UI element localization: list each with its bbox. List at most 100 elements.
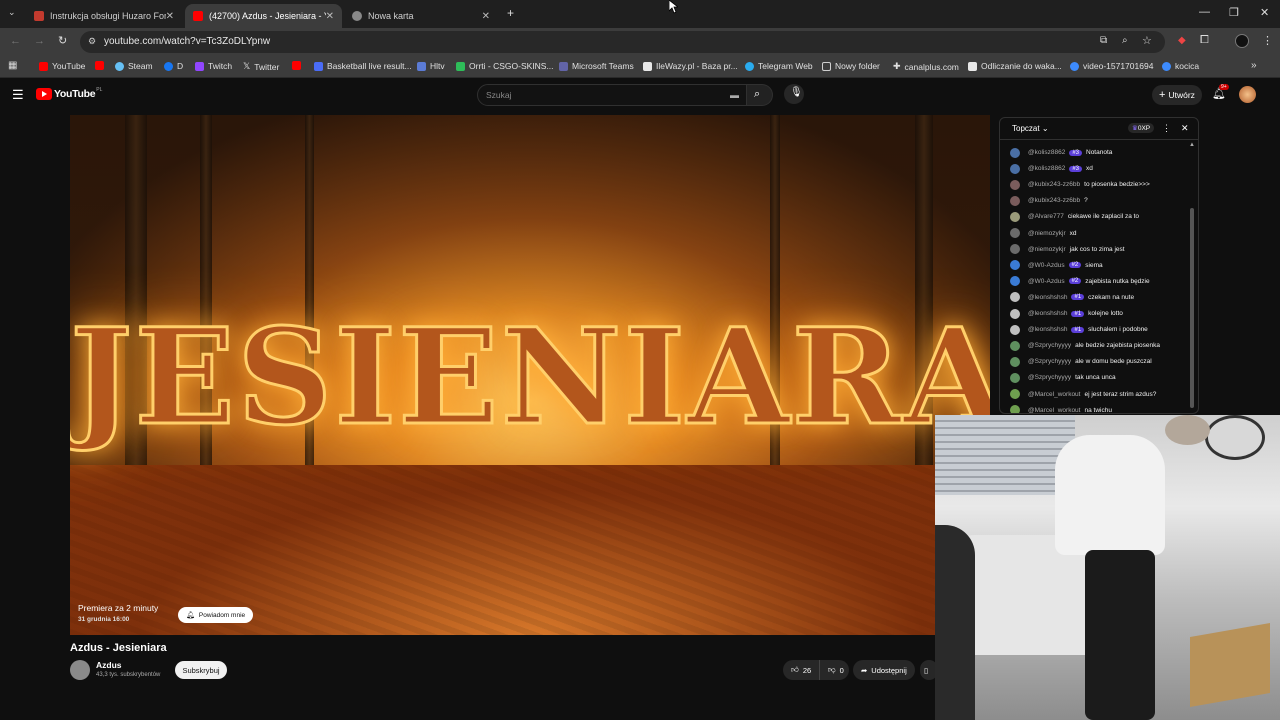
like-button[interactable]: 👍︎ 26 [783, 660, 819, 680]
chat-author[interactable]: @W0-Azdus [1028, 262, 1065, 269]
bookmark-orrti[interactable]: Orrti - CSGO-SKINS... [456, 61, 554, 71]
channel-name[interactable]: Azdus [96, 660, 122, 670]
back-icon[interactable]: ← [10, 35, 21, 47]
bookmark-facebook[interactable]: D [164, 61, 183, 71]
chat-message[interactable]: @kubix243-zz6bb to piosenka bedzie>>> [1010, 177, 1150, 192]
bookmark-basketball[interactable]: Basketball live result... [314, 61, 412, 71]
chat-author[interactable]: @leonshshsh [1028, 326, 1067, 333]
remind-me-button[interactable]: 🔔︎ Powiadom mnie [178, 607, 254, 623]
chat-message[interactable]: @kubix243-zz6bb? [1010, 193, 1088, 208]
chat-avatar[interactable] [1010, 163, 1020, 174]
chat-message[interactable]: @kolisz8862 #3 Notanota [1010, 145, 1112, 160]
chat-message[interactable]: @niemozykjr jak cos to zima jest [1010, 242, 1125, 257]
chat-message[interactable]: @W0-Azdus #2 siema [1010, 258, 1103, 273]
bookmark-kocica[interactable]: kocica [1162, 61, 1199, 71]
search-box[interactable]: Szukaj ▬ [477, 84, 747, 106]
chat-avatar[interactable] [1010, 147, 1020, 158]
chat-author[interactable]: @Szprychyyyy [1028, 342, 1071, 349]
bookmark-star-icon[interactable]: ☆ [1142, 34, 1152, 47]
chat-mode-dropdown[interactable]: Topczat ⌄ [1012, 124, 1049, 133]
chat-message[interactable]: @leonshshsh #1 czekam na nute [1010, 290, 1134, 305]
address-bar[interactable]: ⚙ youtube.com/watch?v=Tc3ZoDLYpnw ⧉ ⌕ ☆ [80, 31, 1165, 53]
keyboard-icon[interactable]: ▬ [730, 90, 739, 100]
chat-author[interactable]: @Marcel_workout [1028, 391, 1080, 398]
bookmark-youtube[interactable]: YouTube [39, 61, 85, 71]
bookmark-youtube-2[interactable] [95, 61, 108, 70]
chat-message[interactable]: @W0-Azdus #2 zajebista nutka będzie [1010, 274, 1150, 289]
chat-message[interactable]: @Szprychyyyy tak unca unca [1010, 370, 1116, 385]
youtube-logo[interactable]: YouTube PL [36, 87, 102, 100]
create-button[interactable]: + Utwórz [1152, 85, 1202, 105]
bookmark-hltv[interactable]: Hltv [417, 61, 445, 71]
search-button[interactable]: ⌕ [747, 84, 773, 106]
video-player-thumbnail[interactable]: JESIENIARA Premiera za 2 minuty 31 grudn… [70, 115, 990, 635]
close-window-icon[interactable]: ✕ [1260, 6, 1269, 19]
tab-0[interactable]: Instrukcja obsługi Huzaro Forc ✕ [26, 4, 182, 28]
chat-message[interactable]: @Marcel_workout ej jest teraz strim azdus… [1010, 387, 1156, 402]
chat-avatar[interactable] [1010, 356, 1020, 367]
site-info-icon[interactable]: ⚙ [88, 36, 96, 47]
account-avatar[interactable] [1239, 86, 1256, 103]
chat-avatar[interactable] [1010, 324, 1020, 335]
forward-icon[interactable]: → [34, 35, 45, 47]
chat-author[interactable]: @kolisz8862 [1028, 149, 1065, 156]
chat-avatar[interactable] [1010, 389, 1020, 399]
chat-message[interactable]: @Szprychyyyy ale w domu bede puszczal [1010, 354, 1152, 369]
bookmark-twitch[interactable]: Twitch [195, 61, 232, 71]
chat-avatar[interactable] [1010, 405, 1020, 413]
chat-scrollbar[interactable] [1190, 208, 1194, 408]
bookmark-telegram[interactable]: Telegram Web [745, 61, 813, 71]
bookmark-odliczanie[interactable]: Odliczanie do waka... [968, 61, 1062, 71]
chat-author[interactable]: @Alvare777 [1028, 213, 1064, 220]
chat-avatar[interactable] [1010, 195, 1020, 206]
chat-author[interactable]: @W0-Azdus [1028, 278, 1065, 285]
chat-avatar[interactable] [1010, 179, 1020, 190]
chat-author[interactable]: @niemozykjr [1028, 230, 1066, 237]
subscribe-button[interactable]: Subskrybuj [175, 661, 227, 679]
bookmark-youtube-3[interactable] [292, 61, 305, 70]
install-app-icon[interactable]: ⧉ [1100, 35, 1107, 46]
more-bookmarks-icon[interactable]: » [1251, 60, 1257, 71]
bookmark-twitter[interactable]: 𝕏 Twitter [243, 61, 279, 72]
scroll-up-icon[interactable]: ▲ [1189, 142, 1195, 148]
voice-search-button[interactable]: 🎙︎ [784, 84, 804, 104]
bookmark-ilewazy[interactable]: IleWazy.pl - Baza pr... [643, 61, 738, 71]
bookmark-video[interactable]: video-1571701694 [1070, 61, 1153, 71]
chat-message[interactable]: @niemozykjr xd [1010, 226, 1077, 241]
tab-1[interactable]: (42700) Azdus - Jesieniara - Yo ✕ [185, 4, 342, 28]
new-tab-icon[interactable]: + [507, 6, 514, 20]
chat-author[interactable]: @kubix243-zz6bb [1028, 181, 1080, 188]
close-chat-icon[interactable]: ✕ [1181, 123, 1189, 134]
close-icon[interactable]: ✕ [482, 11, 490, 22]
chat-message[interactable]: @leonshshsh #1 sluchalem i podobne [1010, 322, 1148, 337]
bookmark-canalplus[interactable]: ✚ canalplus.com [893, 61, 959, 72]
chat-author[interactable]: @Szprychyyyy [1028, 374, 1071, 381]
chat-avatar[interactable] [1010, 372, 1020, 383]
bookmark-steam[interactable]: Steam [115, 61, 153, 71]
channel-avatar[interactable] [70, 660, 90, 680]
chat-avatar[interactable] [1010, 340, 1020, 351]
apps-grid-icon[interactable]: ▦ [8, 60, 17, 71]
close-icon[interactable]: ✕ [166, 11, 174, 22]
dislike-button[interactable]: 👎︎ 0 [819, 660, 849, 680]
close-icon[interactable]: ✕ [326, 11, 334, 22]
chat-author[interactable]: @Marcel_workout [1028, 407, 1080, 413]
search-input[interactable]: Szukaj [486, 90, 512, 100]
chat-message[interactable]: @Alvare777 ciekawe ile zaplacil za to [1010, 209, 1139, 224]
chat-author[interactable]: @Szprychyyyy [1028, 358, 1071, 365]
chat-menu-icon[interactable]: ⋮ [1162, 123, 1171, 134]
tab-search-icon[interactable]: ⌄ [8, 7, 16, 18]
extension-icon[interactable]: ◆ [1178, 35, 1186, 46]
menu-kebab-icon[interactable]: ⋮ [1262, 34, 1273, 47]
chat-author[interactable]: @leonshshsh [1028, 310, 1067, 317]
chat-author[interactable]: @kubix243-zz6bb [1028, 197, 1080, 204]
points-badge[interactable]: ♛0XP [1128, 123, 1155, 133]
hamburger-menu-icon[interactable]: ☰ [12, 87, 24, 103]
minimize-icon[interactable]: — [1199, 6, 1210, 18]
tab-2[interactable]: Nowa karta ✕ [344, 4, 498, 28]
chat-avatar[interactable] [1010, 260, 1020, 271]
chat-author[interactable]: @niemozykjr [1028, 246, 1066, 253]
bookmark-teams[interactable]: Microsoft Teams [559, 61, 634, 71]
chat-avatar[interactable] [1010, 292, 1020, 303]
extensions-puzzle-icon[interactable]: ⧠ [1200, 34, 1209, 47]
